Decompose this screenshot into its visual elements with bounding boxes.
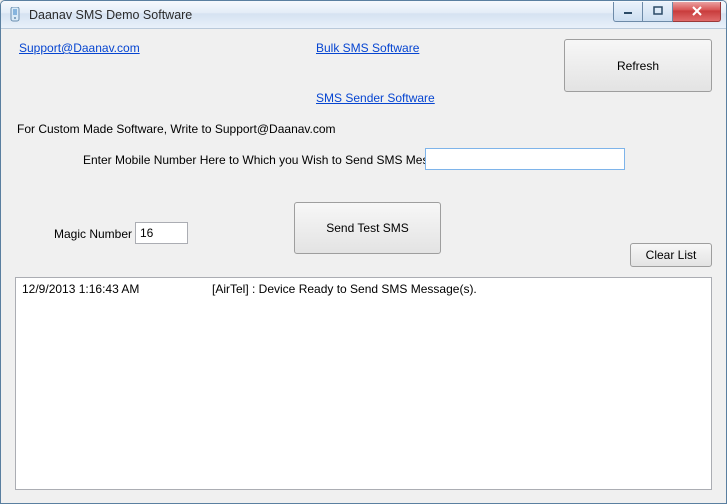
magic-number-input[interactable] bbox=[135, 222, 188, 244]
support-link[interactable]: Support@Daanav.com bbox=[19, 41, 140, 55]
mobile-prompt-label: Enter Mobile Number Here to Which you Wi… bbox=[83, 153, 461, 167]
titlebar: Daanav SMS Demo Software bbox=[1, 1, 726, 29]
log-list[interactable]: 12/9/2013 1:16:43 AM [AirTel] : Device R… bbox=[15, 277, 712, 490]
log-row: 12/9/2013 1:16:43 AM [AirTel] : Device R… bbox=[22, 282, 705, 296]
clear-list-button[interactable]: Clear List bbox=[630, 243, 712, 267]
window-title: Daanav SMS Demo Software bbox=[29, 8, 613, 22]
log-timestamp: 12/9/2013 1:16:43 AM bbox=[22, 282, 212, 296]
maximize-button[interactable] bbox=[643, 2, 673, 22]
app-window: Daanav SMS Demo Software Support@Daanav.… bbox=[0, 0, 727, 504]
refresh-button[interactable]: Refresh bbox=[564, 39, 712, 92]
custom-note-label: For Custom Made Software, Write to Suppo… bbox=[17, 122, 336, 136]
sms-sender-link[interactable]: SMS Sender Software bbox=[316, 91, 435, 105]
mobile-number-input[interactable] bbox=[425, 148, 625, 170]
window-controls bbox=[613, 2, 726, 22]
send-test-sms-button[interactable]: Send Test SMS bbox=[294, 202, 441, 254]
log-message: [AirTel] : Device Ready to Send SMS Mess… bbox=[212, 282, 477, 296]
app-icon bbox=[7, 7, 23, 23]
close-button[interactable] bbox=[673, 2, 721, 22]
bulk-sms-link[interactable]: Bulk SMS Software bbox=[316, 41, 419, 55]
minimize-button[interactable] bbox=[613, 2, 643, 22]
magic-number-label: Magic Number : bbox=[54, 227, 139, 241]
client-area: Support@Daanav.com Bulk SMS Software SMS… bbox=[1, 29, 726, 503]
